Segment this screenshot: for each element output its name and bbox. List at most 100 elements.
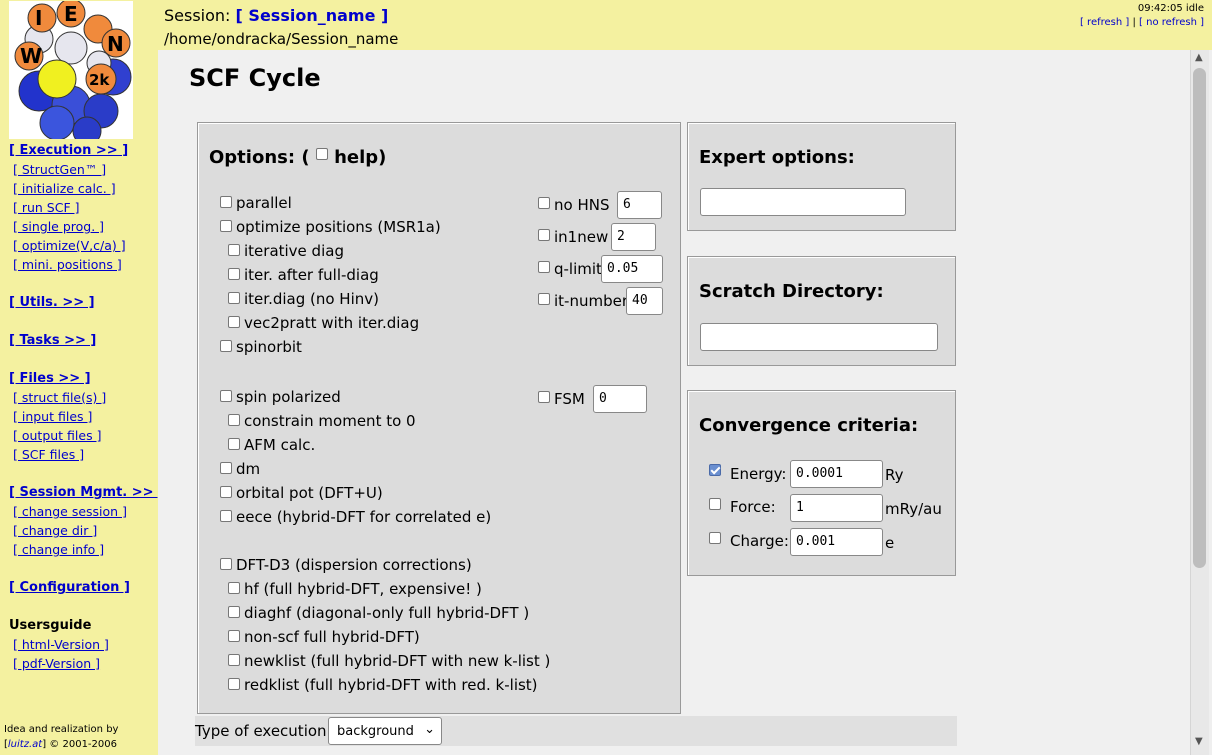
credit-link[interactable]: luitz.at	[8, 739, 42, 750]
nav-scf-files[interactable]: [ SCF files ]	[13, 447, 84, 462]
expert-options-input[interactable]	[700, 188, 906, 216]
label-vec2pratt: vec2pratt with iter.diag	[244, 314, 420, 332]
execution-type-select[interactable]: background ⌄	[328, 717, 442, 745]
label-force: Force:	[730, 498, 776, 516]
nav-html-version[interactable]: [ html-Version ]	[13, 637, 109, 652]
session-name-link[interactable]: [ Session_name ]	[236, 6, 389, 25]
logo-letter-e: E	[64, 2, 78, 26]
nav-utils[interactable]: [ Utils. >> ]	[9, 295, 95, 310]
checkbox-parallel[interactable]	[220, 196, 232, 208]
options-panel: Options: ( help) parallel optimize posit…	[197, 122, 681, 714]
label-in1new: in1new	[554, 228, 609, 246]
label-iter-after-full-diag: iter. after full-diag	[244, 266, 379, 284]
credit-line: Idea and realization by	[4, 724, 119, 735]
label-eece: eece (hybrid-DFT for correlated e)	[236, 508, 492, 526]
nav-change-session[interactable]: [ change session ]	[13, 504, 127, 519]
nav-mini-positions[interactable]: [ mini. positions ]	[13, 257, 122, 272]
no-hns-input[interactable]: 6	[617, 191, 662, 219]
wien2k-logo[interactable]: I E N W 2k	[9, 0, 133, 146]
it-number-input[interactable]: 40	[626, 287, 663, 315]
checkbox-constrain-moment[interactable]	[228, 414, 240, 426]
session-path: /home/ondracka/Session_name	[164, 30, 399, 48]
label-hf: hf (full hybrid-DFT, expensive! )	[244, 580, 482, 598]
checkbox-iterative-diag[interactable]	[228, 244, 240, 256]
help-label: help)	[334, 147, 387, 168]
checkbox-vec2pratt[interactable]	[228, 316, 240, 328]
label-fsm: FSM	[554, 390, 585, 408]
scrollbar-thumb[interactable]	[1193, 68, 1206, 568]
label-dft-d3: DFT-D3 (dispersion corrections)	[236, 556, 472, 574]
nav-optimize[interactable]: [ optimize(V,c/a) ]	[13, 238, 126, 253]
in1new-input[interactable]: 2	[611, 223, 656, 251]
checkbox-non-scf[interactable]	[228, 630, 240, 642]
help-checkbox[interactable]	[315, 148, 328, 160]
checkbox-dm[interactable]	[220, 462, 232, 474]
nav-configuration[interactable]: [ Configuration ]	[9, 580, 130, 595]
label-newklist: newklist (full hybrid-DFT with new k-lis…	[244, 652, 551, 670]
nav-session-mgmt[interactable]: [ Session Mgmt. >> ]	[9, 485, 164, 500]
force-unit: mRy/au	[885, 500, 942, 518]
scratch-directory-input[interactable]	[700, 323, 938, 351]
scroll-up-icon[interactable]: ▲	[1195, 52, 1203, 63]
vertical-scrollbar[interactable]: ▲ ▼	[1190, 50, 1209, 755]
nav-input-files[interactable]: [ input files ]	[13, 409, 92, 424]
refresh-link[interactable]: [ refresh ]	[1080, 17, 1129, 28]
scroll-down-icon[interactable]: ▼	[1195, 736, 1203, 747]
force-input[interactable]: 1	[790, 494, 883, 522]
checkbox-spinorbit[interactable]	[220, 340, 232, 352]
checkbox-diaghf[interactable]	[228, 606, 240, 618]
label-non-scf: non-scf full hybrid-DFT)	[244, 628, 420, 646]
charge-unit: e	[885, 534, 895, 552]
nav-execution[interactable]: [ Execution >> ]	[9, 143, 128, 158]
checkbox-dft-d3[interactable]	[220, 558, 232, 570]
checkbox-redklist[interactable]	[228, 678, 240, 690]
nav-change-info[interactable]: [ change info ]	[13, 542, 104, 557]
q-limit-input[interactable]: 0.05	[601, 255, 663, 283]
checkbox-energy[interactable]	[709, 464, 721, 476]
checkbox-hf[interactable]	[228, 582, 240, 594]
nav-run-scf[interactable]: [ run SCF ]	[13, 200, 80, 215]
nav-pdf-version[interactable]: [ pdf-Version ]	[13, 656, 100, 671]
session-prefix: Session:	[164, 6, 231, 25]
logo-letter-2k: 2k	[89, 71, 110, 89]
checkbox-iter-after-full-diag[interactable]	[228, 268, 240, 280]
checkbox-in1new[interactable]	[538, 229, 550, 241]
logo-letter-w: W	[20, 44, 42, 68]
label-spin-polarized: spin polarized	[236, 388, 341, 406]
label-parallel: parallel	[236, 194, 292, 212]
execution-type-label: Type of execution:	[195, 722, 332, 740]
checkbox-afm-calc[interactable]	[228, 438, 240, 450]
checkbox-no-hns[interactable]	[538, 197, 550, 209]
no-refresh-link[interactable]: [ no refresh ]	[1139, 17, 1204, 28]
checkbox-newklist[interactable]	[228, 654, 240, 666]
energy-input[interactable]: 0.0001	[790, 460, 883, 488]
nav-change-dir[interactable]: [ change dir ]	[13, 523, 97, 538]
nav-initialize-calc[interactable]: [ initialize calc. ]	[13, 181, 116, 196]
checkbox-it-number[interactable]	[538, 293, 550, 305]
checkbox-optimize-positions[interactable]	[220, 220, 232, 232]
logo-letter-n: N	[107, 32, 124, 56]
nav-files[interactable]: [ Files >> ]	[9, 371, 91, 386]
checkbox-fsm[interactable]	[538, 391, 550, 403]
label-constrain-moment: constrain moment to 0	[244, 412, 416, 430]
nav-tasks[interactable]: [ Tasks >> ]	[9, 333, 96, 348]
checkbox-orbital-pot[interactable]	[220, 486, 232, 498]
nav-struct-files[interactable]: [ struct file(s) ]	[13, 390, 106, 405]
checkbox-eece[interactable]	[220, 510, 232, 522]
checkbox-charge[interactable]	[709, 532, 721, 544]
checkbox-q-limit[interactable]	[538, 261, 550, 273]
charge-input[interactable]: 0.001	[790, 528, 883, 556]
label-iterative-diag: iterative diag	[244, 242, 344, 260]
label-it-number: it-number	[554, 292, 629, 310]
checkbox-iter-diag-no-hinv[interactable]	[228, 292, 240, 304]
label-spinorbit: spinorbit	[236, 338, 302, 356]
checkbox-force[interactable]	[709, 498, 721, 510]
options-title: Options: (	[209, 147, 310, 168]
label-charge: Charge:	[730, 532, 789, 550]
checkbox-spin-polarized[interactable]	[220, 390, 232, 402]
chevron-down-icon: ⌄	[424, 722, 435, 737]
nav-structgen[interactable]: [ StructGen™ ]	[13, 162, 106, 177]
fsm-input[interactable]: 0	[593, 385, 647, 413]
nav-output-files[interactable]: [ output files ]	[13, 428, 101, 443]
nav-single-prog[interactable]: [ single prog. ]	[13, 219, 104, 234]
